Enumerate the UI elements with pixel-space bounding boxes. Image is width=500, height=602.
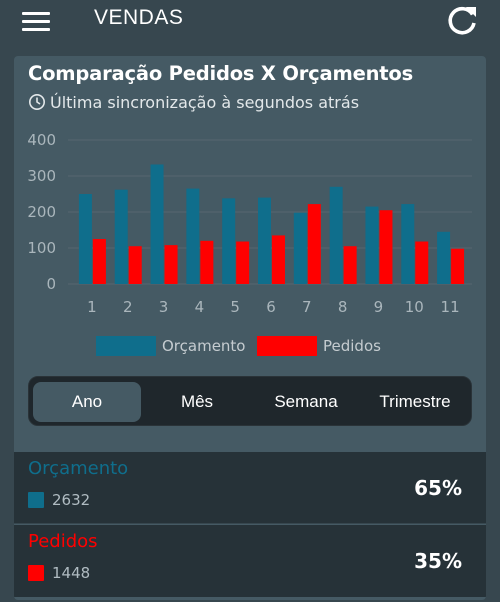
x-tick-label: 3 [159,298,169,316]
top-app-bar: VENDAS [0,0,500,44]
y-tick-label: 200 [27,203,56,221]
bar-pedidos-11[interactable] [451,248,465,284]
legend-swatch-pedidos [257,336,317,356]
x-tick-label: 2 [123,298,133,316]
legend-label-pedidos: Pedidos [323,337,381,355]
bar-pedidos-10[interactable] [415,241,429,284]
bar-orcamento-4[interactable] [186,188,200,284]
x-tick-label: 9 [374,298,384,316]
summary-count-value: 2632 [52,491,91,509]
x-tick-label: 7 [302,298,312,316]
bar-pedidos-7[interactable] [307,204,321,284]
bar-orcamento-10[interactable] [401,204,415,284]
summary-count-value: 1448 [52,564,91,582]
legend-item-pedidos[interactable]: Pedidos [257,334,381,358]
sync-text: Última sincronização à segundos atrás [50,92,360,112]
period-selector: Ano Mês Semana Trimestre [28,376,472,426]
x-tick-label: 11 [441,298,460,316]
period-tab-mes[interactable]: Mês [143,382,251,422]
summary-count: 2632 [28,490,90,510]
summary-row-pedidos[interactable]: Pedidos 1448 35% [14,525,486,597]
legend-label-orcamento: Orçamento [162,337,246,355]
bar-orcamento-9[interactable] [365,206,379,284]
summary-percent: 65% [414,476,462,500]
summary-swatch [28,565,44,581]
refresh-icon[interactable] [444,3,480,39]
app-title: VENDAS [94,6,184,29]
x-tick-label: 6 [266,298,276,316]
period-tab-semana[interactable]: Semana [251,382,361,422]
chart-legend: Orçamento Pedidos [14,334,486,358]
x-tick-label: 10 [405,298,424,316]
comparison-card: Comparação Pedidos X Orçamentos Última s… [14,56,486,600]
summary-label: Orçamento [28,458,129,479]
bar-pedidos-8[interactable] [343,246,357,284]
summary-count: 1448 [28,563,90,583]
x-tick-label: 8 [338,298,348,316]
y-tick-label: 300 [27,167,56,185]
bar-pedidos-2[interactable] [128,246,142,284]
x-tick-label: 5 [230,298,240,316]
bar-orcamento-5[interactable] [222,198,236,284]
bar-pedidos-4[interactable] [200,240,214,284]
bar-orcamento-1[interactable] [78,194,92,284]
bar-pedidos-1[interactable] [92,239,106,284]
x-tick-label: 1 [87,298,97,316]
bar-pedidos-5[interactable] [236,241,250,284]
bar-orcamento-11[interactable] [437,231,451,284]
bar-orcamento-3[interactable] [150,164,164,284]
bar-orcamento-7[interactable] [293,212,307,284]
clock-icon [29,94,45,110]
bar-chart: 0 100 200 300 400 1 2 3 4 5 6 7 8 9 10 11 [27,131,472,316]
bar-orcamento-8[interactable] [329,186,343,284]
summary-label: Pedidos [28,531,98,552]
bar-orcamento-6[interactable] [258,197,271,284]
bar-pedidos-3[interactable] [164,245,178,284]
period-tab-ano[interactable]: Ano [33,382,141,422]
y-tick-label: 400 [27,131,56,149]
bar-orcamento-2[interactable] [114,189,128,284]
menu-icon[interactable] [22,10,50,32]
summary-swatch [28,492,44,508]
bar-pedidos-6[interactable] [272,235,285,284]
y-tick-label: 100 [27,239,56,257]
bar-pedidos-9[interactable] [379,210,393,284]
card-title: Comparação Pedidos X Orçamentos [28,62,414,85]
period-tab-trimestre[interactable]: Trimestre [361,382,469,422]
legend-item-orcamento[interactable]: Orçamento [96,334,246,358]
legend-swatch-orcamento [96,336,156,356]
x-tick-label: 4 [195,298,205,316]
sync-status: Última sincronização à segundos atrás [28,92,359,112]
summary-row-orcamento[interactable]: Orçamento 2632 65% [14,452,486,524]
summary-percent: 35% [414,549,462,573]
y-tick-label: 0 [46,275,56,293]
